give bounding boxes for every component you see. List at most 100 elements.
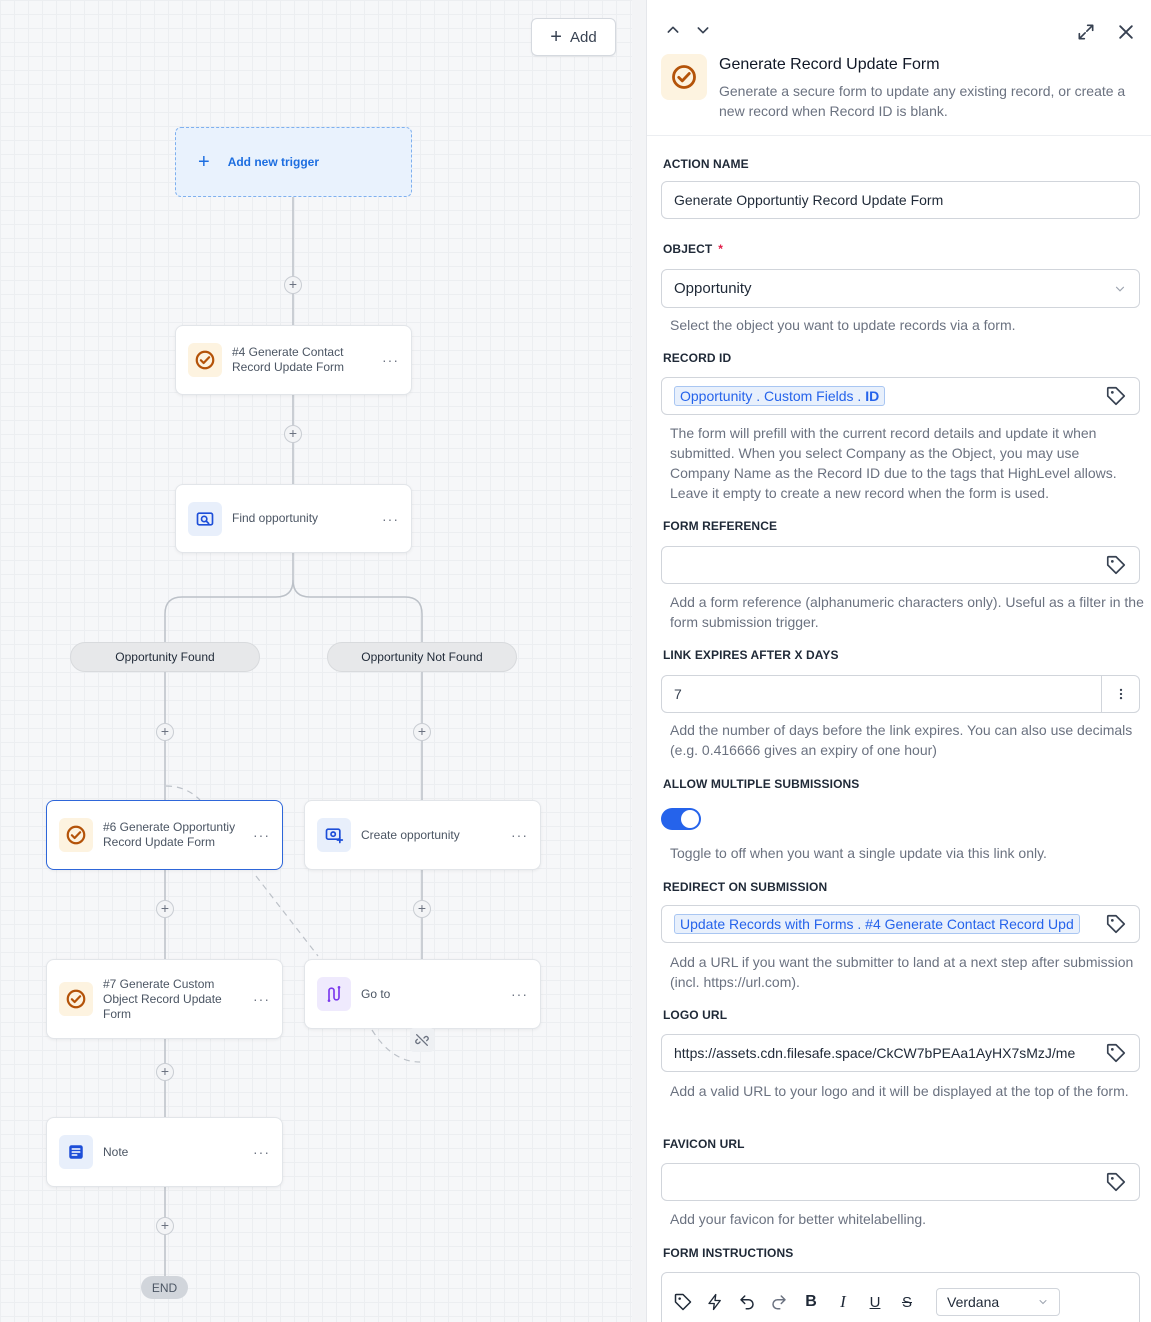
node-menu-icon[interactable]: ··· — [253, 827, 270, 843]
allow-multiple-help: Toggle to off when you want a single upd… — [670, 845, 1047, 861]
favicon-url-help: Add your favicon for better whitelabelli… — [670, 1211, 927, 1227]
create-record-icon — [317, 818, 351, 852]
chevron-down-icon — [1115, 286, 1125, 292]
workflow-canvas[interactable]: + Add + Add new trigger + #4 Generate Co… — [0, 0, 632, 1322]
action-name-input[interactable]: Generate Opportuntiy Record Update Form — [661, 181, 1140, 219]
branch-opportunity-not-found[interactable]: Opportunity Not Found — [327, 642, 517, 672]
workflow-node-create-opportunity[interactable]: Create opportunity ··· — [304, 800, 541, 870]
logo-url-help: Add a valid URL to your logo and it will… — [670, 1083, 1129, 1099]
workflow-node-generate-contact-form[interactable]: #4 Generate Contact Record Update Form ·… — [175, 325, 412, 395]
node-menu-icon[interactable]: ··· — [253, 1144, 270, 1160]
node-label: #6 Generate Opportuntiy Record Update Fo… — [103, 820, 236, 849]
route-icon — [317, 977, 351, 1011]
chevron-up-icon[interactable] — [665, 22, 681, 38]
underline-icon[interactable]: U — [864, 1291, 886, 1313]
custom-value-chip[interactable]: Opportunity . Custom Fields . ID — [674, 386, 886, 406]
toggle-knob — [681, 810, 699, 828]
workflow-node-note[interactable]: Note ··· — [46, 1117, 283, 1187]
close-icon[interactable] — [1116, 22, 1136, 42]
check-circle-icon — [59, 982, 93, 1016]
chevron-down-icon — [1039, 1300, 1047, 1305]
chevron-down-icon[interactable] — [695, 22, 711, 38]
node-menu-icon[interactable]: ··· — [382, 511, 399, 527]
node-label: Note — [103, 1144, 129, 1159]
logo-url-input[interactable]: https://assets.cdn.filesafe.space/CkCW7b… — [661, 1034, 1140, 1072]
form-reference-help: Add a form reference (alphanumeric chara… — [670, 594, 1144, 630]
check-circle-icon — [59, 818, 93, 852]
object-select[interactable]: Opportunity — [661, 269, 1140, 308]
redirect-help: Add a URL if you want the submitter to l… — [670, 954, 1134, 990]
link-expires-label: LINK EXPIRES AFTER X DAYS — [663, 648, 839, 662]
lightning-icon[interactable] — [704, 1291, 726, 1313]
font-family-value: Verdana — [947, 1294, 1000, 1310]
link-expires-value: 7 — [674, 686, 682, 702]
add-button-label: Add — [569, 28, 597, 46]
unlink-icon[interactable] — [410, 1028, 434, 1052]
node-label: Go to — [361, 986, 391, 1001]
italic-icon[interactable]: I — [832, 1291, 854, 1313]
favicon-url-label: FAVICON URL — [663, 1137, 745, 1151]
node-menu-icon[interactable]: ··· — [511, 986, 528, 1002]
branch-opportunity-found[interactable]: Opportunity Found — [70, 642, 260, 672]
tag-icon[interactable] — [1105, 385, 1127, 407]
object-value: Opportunity — [674, 280, 752, 297]
check-circle-icon — [661, 54, 707, 100]
logo-url-value: https://assets.cdn.filesafe.space/CkCW7b… — [674, 1045, 1076, 1061]
expand-icon[interactable] — [1076, 22, 1096, 42]
bold-icon[interactable]: B — [800, 1291, 822, 1313]
workflow-node-go-to[interactable]: Go to ··· — [304, 959, 541, 1029]
panel-title: Generate Record Update Form — [719, 56, 940, 73]
insert-step-button[interactable]: + — [156, 1063, 174, 1081]
required-marker: * — [718, 242, 724, 256]
panel-description: Generate a secure form to update any exi… — [719, 83, 1126, 119]
tag-icon[interactable] — [1105, 1042, 1127, 1064]
tag-icon[interactable] — [672, 1291, 694, 1313]
action-name-label: ACTION NAME — [663, 157, 749, 171]
node-label: #4 Generate Contact Record Update Form — [232, 345, 345, 374]
form-instructions-label: FORM INSTRUCTIONS — [663, 1246, 794, 1260]
tag-icon[interactable] — [1105, 913, 1127, 935]
object-help: Select the object you want to update rec… — [670, 317, 1016, 333]
redo-icon[interactable] — [768, 1291, 790, 1313]
insert-step-button[interactable]: + — [156, 723, 174, 741]
chip-field: ID — [865, 388, 880, 404]
node-label: Find opportunity — [232, 511, 319, 525]
insert-step-button[interactable]: + — [156, 1217, 174, 1235]
insert-step-button[interactable]: + — [156, 900, 174, 918]
form-instructions-editor[interactable]: B I U S Verdana — [661, 1272, 1140, 1322]
link-expires-help: Add the number of days before the link e… — [670, 722, 1133, 758]
allow-multiple-label: ALLOW MULTIPLE SUBMISSIONS — [663, 777, 860, 791]
insert-step-button[interactable]: + — [413, 900, 431, 918]
tag-icon[interactable] — [1105, 1171, 1127, 1193]
add-trigger-node[interactable]: + Add new trigger — [175, 127, 412, 197]
action-name-value: Generate Opportuntiy Record Update Form — [674, 192, 944, 208]
undo-icon[interactable] — [736, 1291, 758, 1313]
redirect-input[interactable]: Update Records with Forms . #4 Generate … — [661, 905, 1140, 943]
object-label-text: OBJECT — [663, 242, 713, 256]
workflow-node-generate-opportunity-form[interactable]: #6 Generate Opportuntiy Record Update Fo… — [46, 800, 283, 870]
chip-prefix: Opportunity . Custom Fields . — [680, 388, 862, 404]
insert-step-button[interactable]: + — [413, 723, 431, 741]
custom-value-chip[interactable]: Update Records with Forms . #4 Generate … — [674, 914, 1080, 934]
strikethrough-icon[interactable]: S — [896, 1291, 918, 1313]
add-button[interactable]: + Add — [531, 18, 616, 56]
form-reference-input[interactable] — [661, 546, 1140, 584]
workflow-node-find-opportunity[interactable]: Find opportunity ··· — [175, 484, 412, 553]
insert-step-button[interactable]: + — [284, 276, 302, 294]
note-icon — [59, 1135, 93, 1169]
favicon-url-input[interactable] — [661, 1163, 1140, 1201]
tag-icon[interactable] — [1105, 554, 1127, 576]
node-menu-icon[interactable]: ··· — [253, 991, 270, 1007]
workflow-node-generate-custom-object-form[interactable]: #7 Generate Custom Object Record Update … — [46, 959, 283, 1039]
more-options-icon[interactable] — [1101, 676, 1139, 712]
font-family-select[interactable]: Verdana — [936, 1288, 1060, 1316]
node-menu-icon[interactable]: ··· — [511, 827, 528, 843]
node-menu-icon[interactable]: ··· — [382, 352, 399, 368]
allow-multiple-toggle[interactable] — [661, 808, 701, 830]
link-expires-input[interactable]: 7 — [661, 675, 1140, 713]
insert-step-button[interactable]: + — [284, 425, 302, 443]
record-id-help: The form will prefill with the current r… — [670, 425, 1117, 501]
check-circle-icon — [188, 343, 222, 377]
record-id-input[interactable]: Opportunity . Custom Fields . ID — [661, 377, 1140, 415]
form-reference-label: FORM REFERENCE — [663, 519, 778, 533]
